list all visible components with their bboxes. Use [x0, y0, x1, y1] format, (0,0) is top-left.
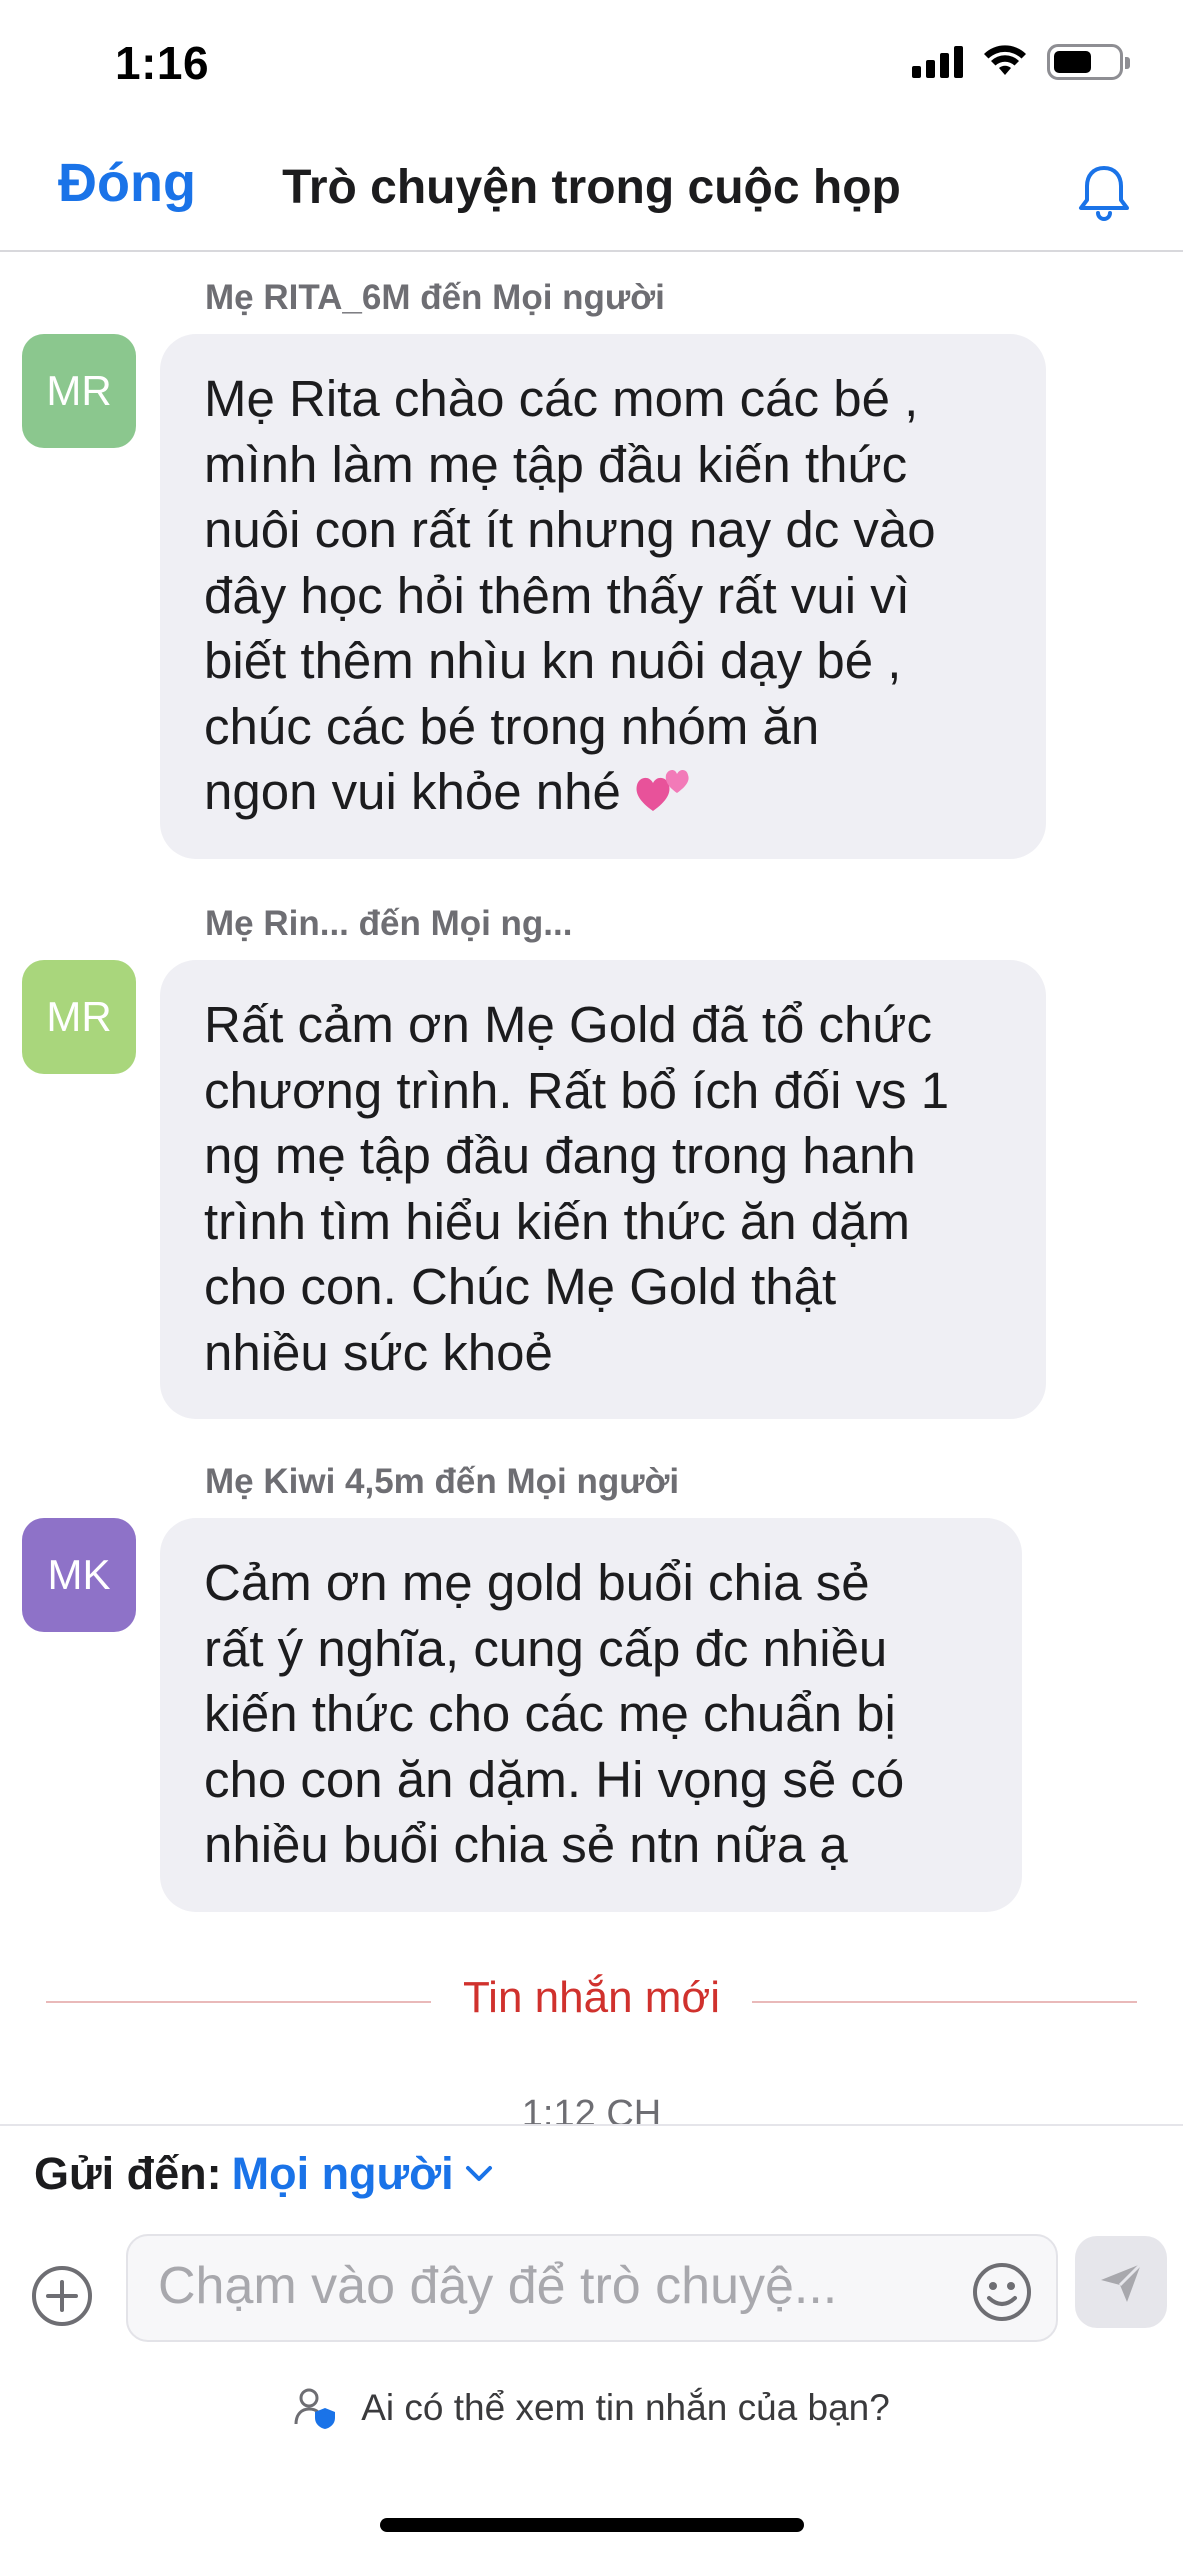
recipient-selector[interactable]: Mọi người — [232, 2148, 494, 2200]
header: Đóng Trò chuyện trong cuộc họp — [0, 130, 1183, 252]
message-line: Mẹ Rita chào các mom các bé , — [204, 370, 919, 427]
status-bar: 1:16 — [0, 0, 1183, 130]
send-button[interactable] — [1075, 2236, 1167, 2328]
avatar: MK — [22, 1518, 136, 1632]
home-indicator — [380, 2518, 804, 2532]
user-shield-icon — [294, 2388, 336, 2429]
cellular-signal-icon — [912, 46, 963, 78]
composer: Gửi đến: Mọi người Chạm vào đây để trò c… — [0, 2124, 1183, 2560]
message-sender: Mẹ Kiwi 4,5m đến Mọi người — [205, 1462, 680, 1501]
privacy-text: Ai có thể xem tin nhắn của bạn? — [361, 2387, 890, 2428]
message-bubble: Mẹ Rita chào các mom các bé , mình làm m… — [160, 334, 1046, 859]
message-line: đây học hỏi thêm thấy rất vui vì — [204, 566, 910, 624]
new-messages-divider: Tin nhắn mới — [46, 1971, 1137, 2031]
message-line: nuôi con rất ít nhưng nay dc vào — [204, 501, 936, 558]
message-line: cho con. Chúc Mẹ Gold thật — [204, 1258, 837, 1315]
add-attachment-button[interactable] — [30, 2264, 94, 2328]
message-line: Rất cảm ơn Mẹ Gold đã tổ chức — [204, 996, 933, 1053]
page-title: Trò chuyện trong cuộc họp — [282, 161, 901, 214]
message-bubble: Cảm ơn mẹ gold buổi chia sẻ rất ý nghĩa,… — [160, 1518, 1022, 1912]
message-line: Cảm ơn mẹ gold buổi chia sẻ — [204, 1554, 870, 1611]
chat-input[interactable]: Chạm vào đây để trò chuyệ... — [126, 2234, 1058, 2342]
status-icons — [912, 44, 1130, 80]
message-sender: Mẹ RITA_6M đến Mọi người — [205, 278, 665, 317]
message-line: chương trình. Rất bổ ích đối vs 1 — [204, 1061, 950, 1119]
message-line: biết thêm nhìu kn nuôi dạy bé , — [204, 632, 902, 689]
new-messages-label: Tin nhắn mới — [462, 1973, 721, 2022]
avatar: MR — [22, 334, 136, 448]
send-to-row: Gửi đến: Mọi người — [34, 2148, 494, 2200]
chat-list[interactable]: Mẹ RITA_6M đến Mọi người MR Mẹ Rita chào… — [0, 254, 1183, 2124]
message-bubble: Rất cảm ơn Mẹ Gold đã tổ chức chương trì… — [160, 960, 1046, 1419]
message-sender: Mẹ Rin... đến Mọi ng... — [205, 904, 573, 943]
recipient-value: Mọi người — [231, 2148, 454, 2199]
emoji-icon[interactable] — [970, 2260, 1034, 2324]
message-line: nhiều sức khoẻ — [204, 1323, 553, 1381]
bell-icon[interactable] — [1069, 158, 1139, 228]
avatar: MR — [22, 960, 136, 1074]
message-line: cho con ăn dặm. Hi vọng sẽ có — [204, 1750, 905, 1808]
message-line: kiến thức cho các mẹ chuẩn bị — [204, 1685, 896, 1742]
message-line: ngon vui khỏe nhé — [204, 763, 621, 820]
message-timestamp: 1:12 CH — [521, 2093, 662, 2124]
message-line: trình tìm hiểu kiến thức ăn dặm — [204, 1192, 910, 1250]
status-time: 1:16 — [115, 37, 210, 89]
chat-input-placeholder: Chạm vào đây để trò chuyệ... — [158, 2257, 838, 2315]
chevron-down-icon — [465, 2166, 492, 2181]
message-line: rất ý nghĩa, cung cấp đc nhiều — [204, 1619, 888, 1677]
wifi-icon — [984, 45, 1026, 75]
send-icon — [1101, 2262, 1143, 2302]
message-line: chúc các bé trong nhóm ăn — [204, 697, 820, 755]
message-line: ng mẹ tập đầu đang trong hanh — [204, 1127, 916, 1184]
message-line: nhiều buổi chia sẻ ntn nữa ạ — [204, 1816, 848, 1873]
divider-line — [752, 2001, 1137, 2003]
message-line: mình làm mẹ tập đầu kiến thức — [204, 435, 908, 493]
battery-icon — [1047, 44, 1130, 80]
two-hearts-icon — [636, 769, 689, 811]
privacy-link[interactable]: Ai có thể xem tin nhắn của bạn? — [0, 2386, 1183, 2430]
send-to-label: Gửi đến: — [34, 2148, 222, 2199]
